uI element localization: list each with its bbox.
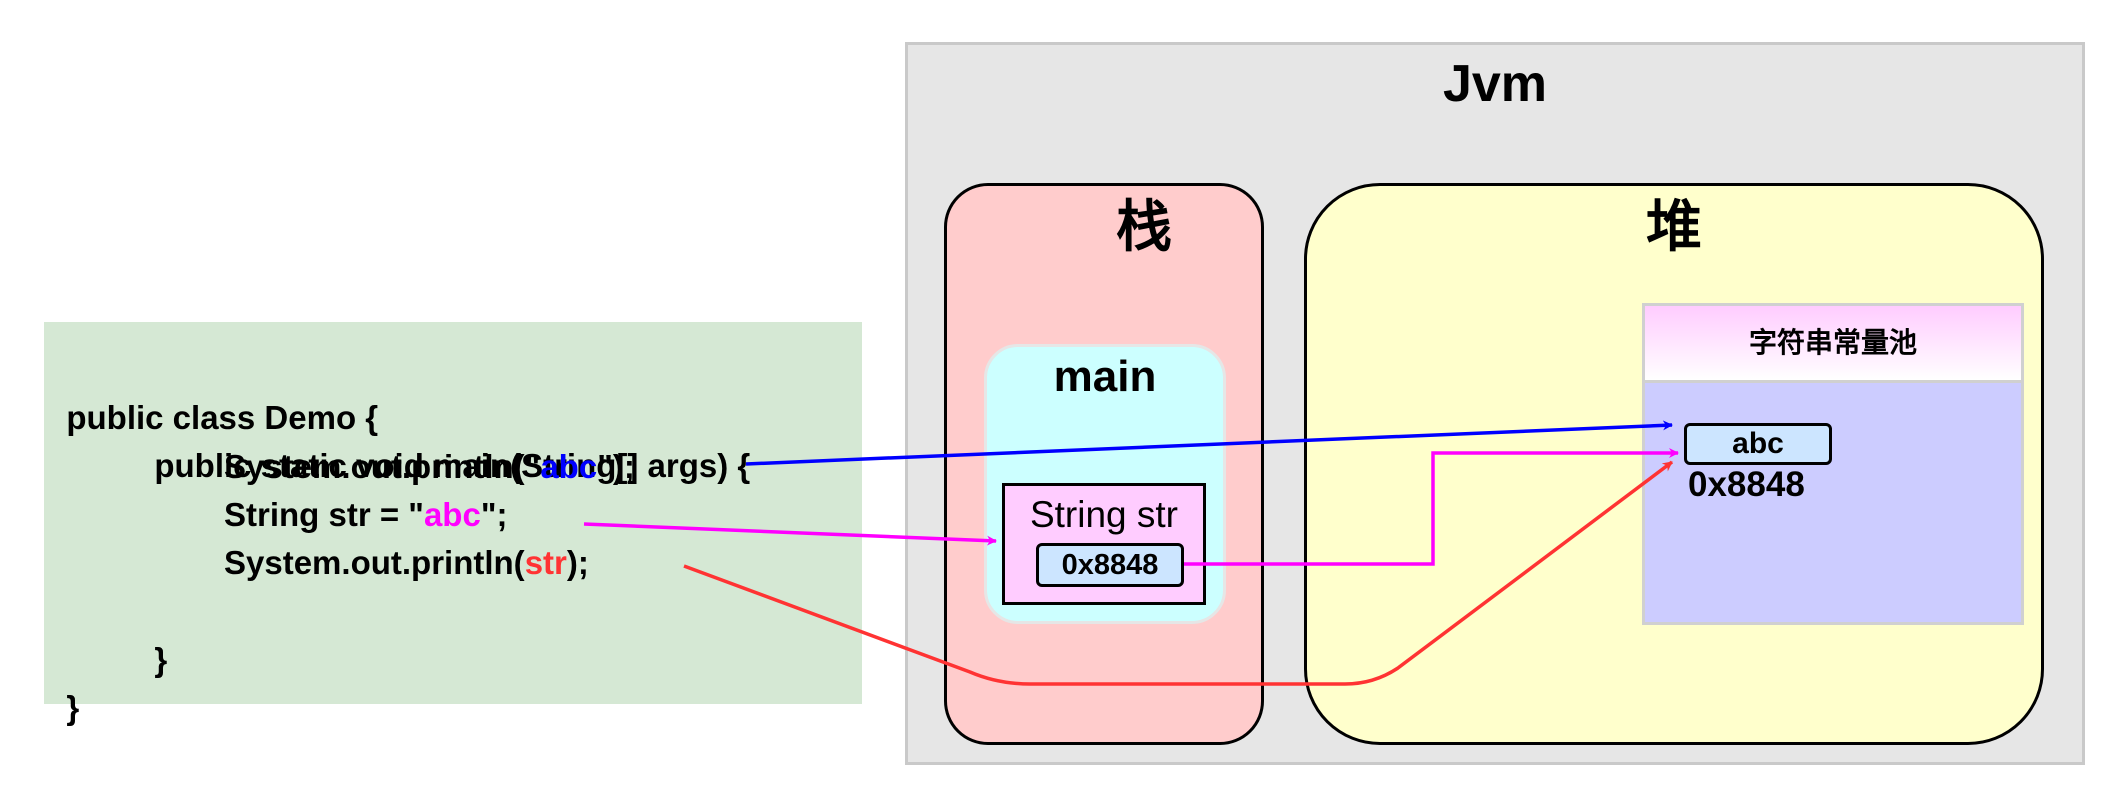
- arrow-assignment-to-variable: [583, 522, 997, 546]
- arrow-variable-reference-to-pool: [1184, 448, 1679, 566]
- arrow-println-literal-to-pool: [745, 420, 1673, 466]
- reference-arrows: [583, 420, 1679, 686]
- arrow-println-variable-to-pool: [683, 460, 1674, 686]
